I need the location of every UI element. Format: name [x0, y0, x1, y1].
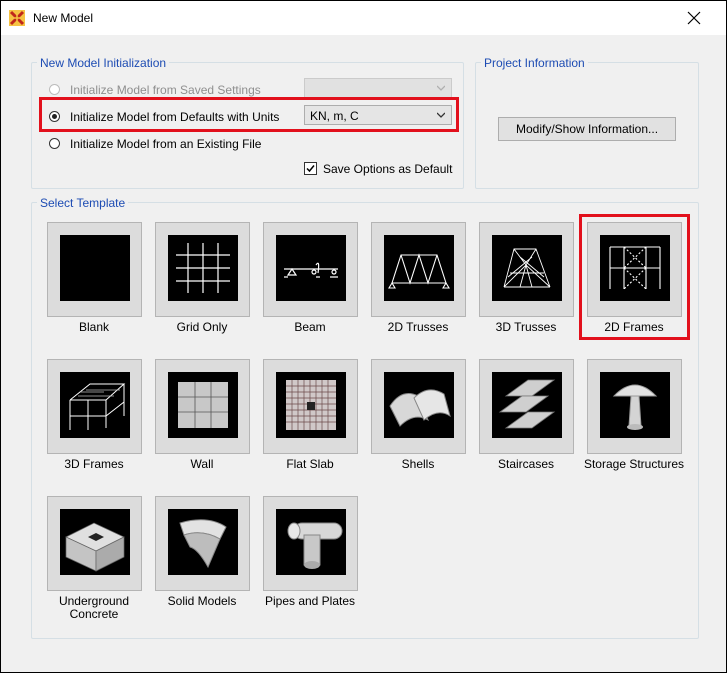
2d-frames-highlight-box: [579, 214, 690, 340]
flat-slab-template-icon: [276, 372, 346, 438]
project-group-label: Project Information: [481, 56, 588, 70]
staircase-template-icon: [492, 372, 562, 438]
template-underground-concrete[interactable]: [47, 496, 142, 591]
template-pipes-and-plates[interactable]: [263, 496, 358, 591]
3d-truss-template-icon: [492, 235, 562, 301]
template-label: Wall: [190, 457, 214, 471]
template-staircases[interactable]: [479, 359, 574, 454]
blank-template-icon: [60, 235, 130, 301]
units-highlight-box: [39, 97, 459, 132]
template-label: 2D Trusses: [387, 320, 449, 334]
wall-template-icon: [168, 372, 238, 438]
template-label: Staircases: [497, 457, 555, 471]
existing-file-radio[interactable]: [49, 138, 60, 149]
title-bar: New Model: [1, 1, 726, 35]
modify-show-information-button[interactable]: Modify/Show Information...: [498, 117, 676, 141]
underground-concrete-template-icon: [60, 509, 130, 575]
shells-template-icon: [384, 372, 454, 438]
template-group-label: Select Template: [37, 196, 129, 210]
template-2d-trusses[interactable]: [371, 222, 466, 317]
new-model-dialog: New Model New Model Initialization Initi…: [0, 0, 727, 673]
template-label: 3D Trusses: [495, 320, 557, 334]
saved-settings-dropdown[interactable]: [304, 78, 452, 98]
storage-structure-template-icon: [600, 372, 670, 438]
chevron-down-icon: [437, 85, 445, 91]
template-storage-structures[interactable]: [587, 359, 682, 454]
beam-template-icon: [276, 235, 346, 301]
template-label: Storage Structures: [583, 457, 685, 471]
saved-settings-radio[interactable]: [49, 84, 60, 95]
checkmark-icon: [306, 165, 315, 173]
save-default-checkbox[interactable]: [304, 162, 317, 175]
2d-truss-template-icon: [384, 235, 454, 301]
solid-model-template-icon: [168, 509, 238, 575]
template-blank[interactable]: [47, 222, 142, 317]
template-label: 3D Frames: [64, 457, 124, 471]
template-label: Pipes and Plates: [264, 594, 356, 608]
template-label: Underground Concrete: [58, 594, 130, 621]
template-solid-models[interactable]: [155, 496, 250, 591]
template-3d-trusses[interactable]: [479, 222, 574, 317]
template-label: Flat Slab: [286, 457, 334, 471]
pipes-plates-template-icon: [276, 509, 346, 575]
template-label: Grid Only: [176, 320, 228, 334]
app-icon: [9, 10, 25, 26]
template-grid-only[interactable]: [155, 222, 250, 317]
existing-file-label: Initialize Model from an Existing File: [70, 137, 262, 151]
saved-settings-label: Initialize Model from Saved Settings: [70, 83, 261, 97]
template-flat-slab[interactable]: [263, 359, 358, 454]
template-wall[interactable]: [155, 359, 250, 454]
template-label: Beam: [294, 320, 326, 334]
template-label: Blank: [78, 320, 110, 334]
template-3d-frames[interactable]: [47, 359, 142, 454]
template-label: Shells: [401, 457, 435, 471]
template-label: Solid Models: [167, 594, 237, 608]
template-beam[interactable]: [263, 222, 358, 317]
template-shells[interactable]: [371, 359, 466, 454]
3d-frame-template-icon: [60, 372, 130, 438]
grid-template-icon: [168, 235, 238, 301]
close-icon[interactable]: [687, 11, 701, 25]
window-title: New Model: [33, 11, 94, 25]
save-default-label: Save Options as Default: [323, 162, 453, 176]
init-group-label: New Model Initialization: [37, 56, 170, 70]
